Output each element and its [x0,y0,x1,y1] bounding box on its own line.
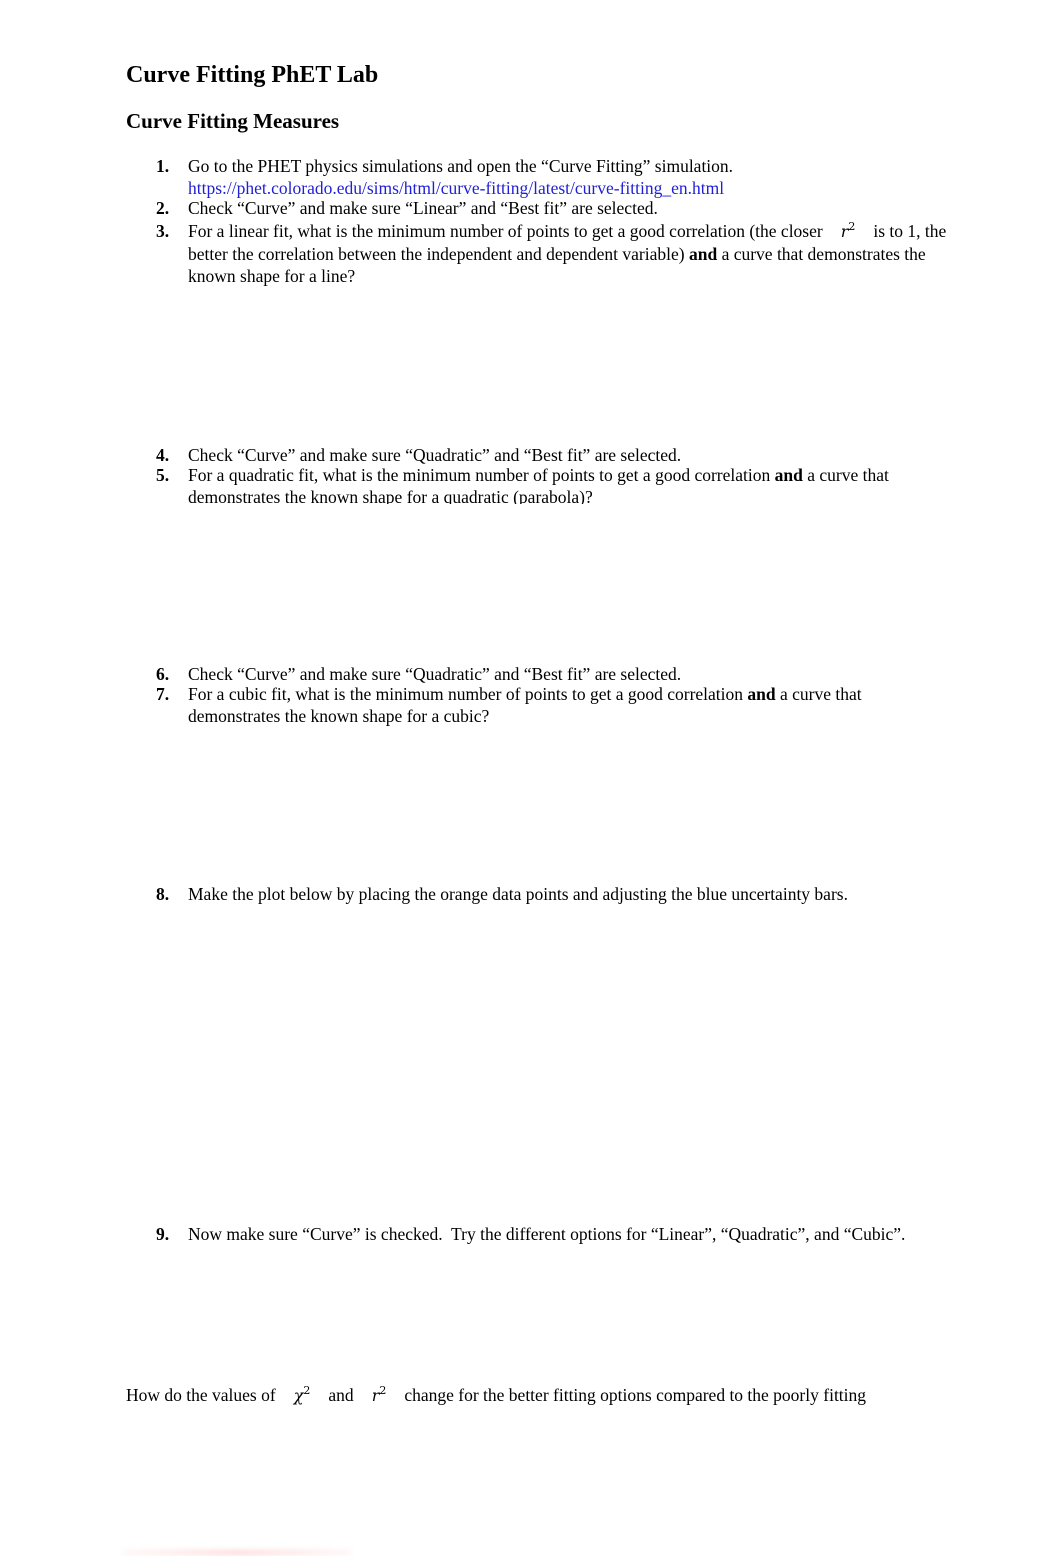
item-text: Check “Curve” and make sure “Quadratic” … [188,445,682,465]
list-item-6: 6. Check “Curve” and make sure “Quadrati… [156,663,956,685]
item-number: 5. [156,465,170,485]
item-text: For a linear fit, what is the minimum nu… [188,221,823,241]
bold-and: and [747,684,776,704]
item-number: 4. [156,445,170,465]
list-item-2: 2. Check “Curve” and make sure “Linear” … [156,197,956,219]
item-text: Check “Curve” and make sure “Quadratic” … [188,664,682,684]
item-text: Make the plot below by placing the orang… [188,884,848,904]
list-item-1: 1. Go to the PHET physics simulations an… [156,155,956,199]
item-text: Check “Curve” and make sure “Linear” and… [188,198,658,218]
section-heading: Curve Fitting Measures [126,109,340,133]
bold-and: and [774,465,803,485]
item-number: 6. [156,664,170,684]
chi-squared-symbol: χ2 [293,1384,311,1405]
list-item-7: 7. For a cubic fit, what is the minimum … [156,684,862,726]
item-number: 9. [156,1224,170,1244]
list-item-4: 4. Check “Curve” and make sure “Quadrati… [156,444,956,466]
item-text: Go to the PHET physics simulations and o… [188,156,734,176]
phet-simulation-link[interactable]: https://phet.colorado.edu/sims/html/curv… [188,178,724,198]
closing-question: How do the values of χ2 and r2 change for th… [126,1384,867,1405]
list-item-3: 3. For a linear fit, what is the minimum… [156,220,947,286]
item-number: 8. [156,884,170,904]
list-item-8: 8. Make the plot below by placing the or… [156,883,956,905]
list-item-5: 5. For a quadratic fit, what is the mini… [156,465,889,504]
r-squared-symbol: r2 [840,220,856,241]
list-item-9: 9. Now make sure “Curve” is checked. Try… [156,1223,976,1245]
bold-and: and [688,244,718,264]
item-number: 3. [156,221,170,241]
document-title: Curve Fitting PhET Lab [126,62,379,88]
item-text: For a quadratic fit, what is the minimum… [188,465,771,485]
item-number: 2. [156,198,170,218]
r-squared-symbol: r2 [371,1384,387,1405]
item-text: For a cubic fit, what is the minimum num… [188,684,744,704]
item-number: 1. [156,156,170,176]
page-bottom-fade [122,1549,352,1556]
item-text: Now make sure “Curve” is checked. Try th… [188,1224,906,1244]
item-number: 7. [156,684,170,704]
